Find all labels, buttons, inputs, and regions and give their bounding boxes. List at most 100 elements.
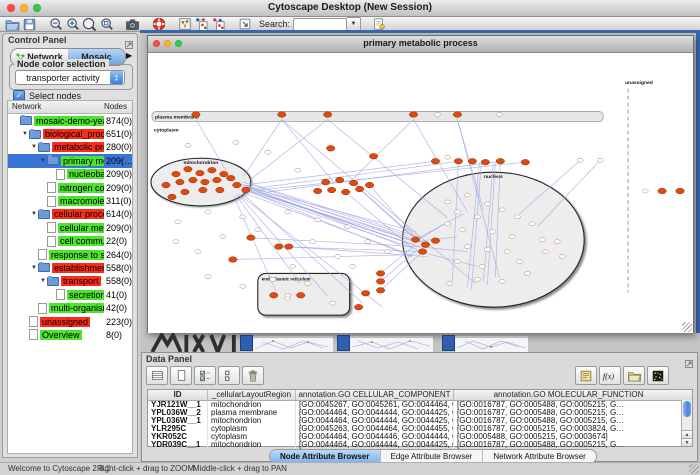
scroll-up-button[interactable]: ▲ bbox=[682, 430, 692, 438]
tree-row[interactable]: cellular metabo209(0) bbox=[8, 221, 132, 234]
network-node bbox=[285, 244, 293, 250]
tree-label: cellular process bbox=[52, 209, 104, 219]
attribute-table[interactable]: ID_cellularLayoutRegionannotation.GO CEL… bbox=[147, 389, 693, 447]
float-panel-icon[interactable] bbox=[685, 355, 693, 373]
tree-row[interactable]: ▼biological_process651(0) bbox=[8, 127, 132, 140]
network-view-titlebar[interactable]: primary metabolic process bbox=[148, 36, 693, 53]
import-attributes-icon[interactable] bbox=[623, 366, 645, 385]
network-node-small bbox=[459, 228, 465, 232]
network-view-window[interactable]: primary metabolic process plasma membran… bbox=[147, 35, 694, 333]
table-row[interactable]: YJR121W__1mitochondrion[GO:0045267, GO:0… bbox=[148, 401, 692, 409]
zoom-selected-region-icon[interactable] bbox=[98, 17, 115, 31]
search-options-icon[interactable] bbox=[370, 17, 387, 31]
tree-row[interactable]: ▼establishment of lo558(0) bbox=[8, 261, 132, 274]
select-attributes-icon[interactable] bbox=[194, 366, 216, 385]
network-node bbox=[326, 146, 334, 152]
network-node bbox=[376, 271, 384, 277]
copy-view-flat-icon[interactable] bbox=[210, 17, 227, 31]
expand-arrow-icon[interactable]: ▼ bbox=[30, 144, 38, 150]
tree-row[interactable]: nucleobase-209(0) bbox=[8, 168, 132, 181]
background-window-fragment[interactable] bbox=[442, 335, 528, 351]
expand-arrow-icon[interactable]: ▼ bbox=[30, 211, 38, 217]
network-view-title: primary metabolic process bbox=[148, 38, 693, 48]
expand-arrow-icon[interactable]: ▼ bbox=[21, 131, 29, 137]
tree-row[interactable]: macromolecule311(0) bbox=[8, 194, 132, 207]
table-row[interactable]: YDR039C__1mitochondrion[GO:0044464, GO:0… bbox=[148, 441, 692, 449]
create-attribute-icon[interactable] bbox=[170, 366, 192, 385]
tree-label: establishment of lo bbox=[52, 263, 104, 273]
column-header[interactable]: annotation.GO MOLECULAR_FUNCTION bbox=[454, 390, 683, 400]
open-file-icon[interactable] bbox=[4, 17, 21, 31]
network-node-small bbox=[464, 193, 470, 197]
network-node bbox=[270, 292, 278, 298]
tree-row[interactable]: cell communicat22(0) bbox=[8, 235, 132, 248]
snapshot-icon[interactable] bbox=[124, 17, 141, 31]
unselect-attributes-icon[interactable] bbox=[218, 366, 240, 385]
network-node bbox=[521, 159, 529, 165]
tree-row[interactable]: response to stimulu264(0) bbox=[8, 248, 132, 261]
expand-arrow-icon[interactable]: ▼ bbox=[39, 158, 47, 164]
tree-column-network[interactable]: Network bbox=[12, 102, 41, 111]
help-icon[interactable] bbox=[150, 17, 167, 31]
tree-row[interactable]: ▼transport558(0) bbox=[8, 275, 132, 288]
app-resize-grip[interactable] bbox=[689, 464, 699, 474]
tree-row[interactable]: unassigned223(0) bbox=[8, 315, 132, 328]
tree-column-nodes[interactable]: Nodes bbox=[104, 102, 127, 111]
zoom-in-icon[interactable] bbox=[64, 17, 81, 31]
table-scrollbar[interactable]: ▲ ▼ bbox=[681, 400, 692, 446]
tree-row[interactable]: mosaic-demo-yeast874(0) bbox=[8, 114, 132, 127]
tree-row[interactable]: secretion41(0) bbox=[8, 288, 132, 301]
svg-text:unassigned: unassigned bbox=[625, 80, 653, 86]
network-tree[interactable]: Network Nodes mosaic-demo-yeast874(0)▼bi… bbox=[7, 100, 133, 454]
network-node bbox=[220, 171, 228, 177]
node-count: 209(0) bbox=[106, 169, 132, 179]
column-header[interactable]: annotation.GO CELLULAR_COMPONENT bbox=[296, 390, 454, 400]
tree-row[interactable]: ▼primary metabo209(… bbox=[8, 154, 132, 167]
network-node-small bbox=[539, 238, 545, 242]
network-node-small bbox=[185, 143, 191, 147]
formula-builder-icon[interactable]: f(x) bbox=[599, 366, 621, 385]
expand-arrow-icon[interactable]: ▼ bbox=[30, 265, 38, 271]
create-network-view-icon[interactable] bbox=[176, 17, 193, 31]
search-input[interactable] bbox=[293, 18, 347, 31]
save-session-icon[interactable] bbox=[21, 17, 38, 31]
network-node-small bbox=[559, 255, 565, 259]
table-row[interactable]: YKR052Ccytoplasm[GO:0044464, GO:0044446,… bbox=[148, 433, 692, 441]
network-graph[interactable]: plasma membranecytoplasmmitochondrionnuc… bbox=[148, 53, 693, 331]
tree-row[interactable]: multi-organism pro42(0) bbox=[8, 301, 132, 314]
more-tabs-arrow-icon[interactable]: ▶ bbox=[126, 51, 132, 60]
expand-arrow-icon[interactable]: ▼ bbox=[39, 278, 47, 284]
zoom-fit-icon[interactable] bbox=[81, 17, 98, 31]
table-row[interactable]: YLR295Ccytoplasm[GO:0045263, GO:0044464,… bbox=[148, 425, 692, 433]
view-resize-grip[interactable] bbox=[682, 322, 692, 332]
scroll-down-button[interactable]: ▼ bbox=[682, 438, 692, 446]
tree-row[interactable]: ▼cellular process614(0) bbox=[8, 208, 132, 221]
scrollbar-thumb[interactable] bbox=[683, 401, 691, 417]
column-header[interactable]: ID bbox=[148, 390, 208, 400]
copy-view-nested-icon[interactable] bbox=[193, 17, 210, 31]
table-row[interactable]: YPL036W__1mitochondrion[GO:0044464, GO:0… bbox=[148, 417, 692, 425]
import-network-icon[interactable] bbox=[236, 17, 253, 31]
tree-row[interactable]: ▼metabolic process280(0) bbox=[8, 141, 132, 154]
tree-row[interactable]: Overview8(0) bbox=[8, 328, 132, 341]
attribute-panel-icon[interactable] bbox=[146, 366, 168, 385]
zoom-out-icon[interactable] bbox=[47, 17, 64, 31]
tree-row[interactable]: nitrogen compo209(0) bbox=[8, 181, 132, 194]
table-row[interactable]: YPL036W__2plasma membrane[GO:0044464, GO… bbox=[148, 409, 692, 417]
network-canvas[interactable]: plasma membranecytoplasmmitochondrionnuc… bbox=[148, 53, 693, 333]
background-window-canvas bbox=[253, 336, 333, 352]
network-node-small bbox=[504, 250, 510, 254]
node-color-dropdown[interactable]: transporter activity ▲▼ bbox=[15, 70, 125, 85]
file-icon bbox=[56, 169, 65, 180]
attribute-matrix-icon[interactable] bbox=[647, 366, 669, 385]
attribute-editor-icon[interactable] bbox=[575, 366, 597, 385]
tree-label: nucleobase- bbox=[67, 169, 104, 179]
network-node bbox=[369, 153, 377, 159]
background-window-fragment[interactable] bbox=[337, 335, 433, 351]
delete-attribute-icon[interactable] bbox=[242, 366, 264, 385]
network-node-small bbox=[444, 155, 450, 159]
network-tree-header: Network Nodes bbox=[8, 101, 132, 114]
background-window-fragment[interactable] bbox=[240, 335, 333, 351]
column-header[interactable]: _cellularLayoutRegion bbox=[208, 390, 296, 400]
file-icon bbox=[38, 249, 47, 260]
